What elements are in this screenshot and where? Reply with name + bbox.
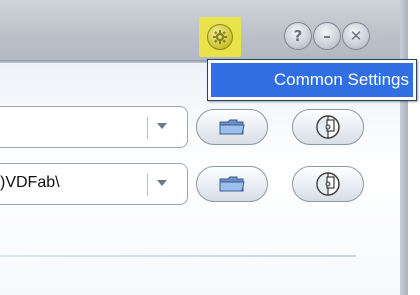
path-field-1[interactable] [0,106,188,148]
divider [0,255,356,257]
open-disc-button-2[interactable] [292,166,364,202]
minimize-button[interactable]: – [313,22,341,50]
chevron-down-icon[interactable] [157,180,167,186]
settings-menu: Common Settings [207,59,417,101]
settings-button[interactable] [199,17,241,57]
field-separator [147,117,148,139]
folder-icon [219,176,245,192]
disc-icon [316,172,340,196]
disc-icon [316,115,340,139]
menu-item-label: Common Settings [273,70,409,89]
close-icon: ✕ [349,27,363,45]
minimize-icon: – [323,27,331,45]
browse-folder-button-2[interactable] [196,166,268,202]
field-separator [147,174,148,196]
folder-icon [219,119,245,135]
open-disc-button-1[interactable] [292,109,364,145]
window-frame-right [400,0,408,295]
help-icon: ? [293,27,303,45]
menu-item-common-settings[interactable]: Common Settings [211,63,413,97]
chevron-down-icon[interactable] [157,123,167,129]
help-button[interactable]: ? [284,22,312,50]
close-button[interactable]: ✕ [342,22,370,50]
path-value-2: )VDFab\ [0,174,60,191]
app-window: ? – ✕ )VDFab\ [0,0,408,295]
gear-icon [207,24,233,50]
path-field-2[interactable]: )VDFab\ [0,163,188,205]
browse-folder-button-1[interactable] [196,109,268,145]
